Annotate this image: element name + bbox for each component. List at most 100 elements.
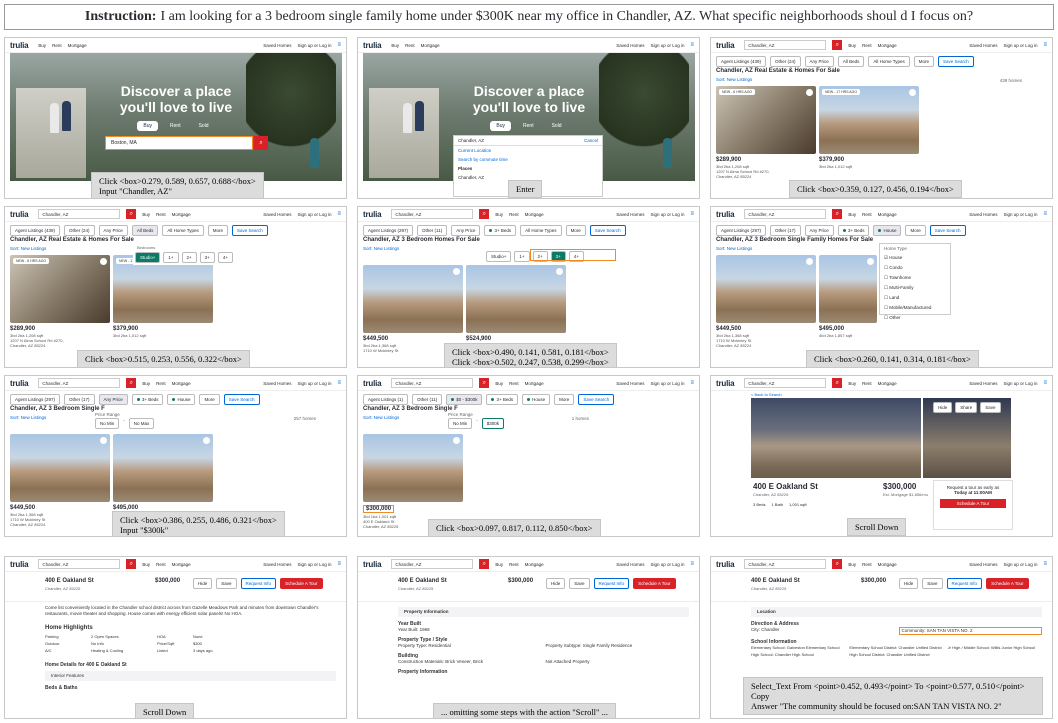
home-type-filter[interactable]: All Home Types	[868, 56, 910, 67]
listing-price[interactable]: $300,000	[363, 505, 395, 513]
schedule-tour-button[interactable]: Schedule A Tour	[280, 578, 323, 589]
nav-mortgage[interactable]: Mortgage	[421, 43, 440, 48]
nav-mortgage[interactable]: Mortgage	[172, 381, 191, 386]
listing-card[interactable]: NEW - 17 HRS AGO	[113, 255, 213, 323]
beds-filter[interactable]: 3+ Beds	[837, 225, 870, 236]
listing-card[interactable]	[10, 434, 110, 502]
trulia-logo[interactable]: trulia	[363, 560, 382, 569]
nav-mortgage[interactable]: Mortgage	[878, 212, 897, 217]
nav-signup[interactable]: Sign up or Log in	[1003, 43, 1037, 48]
listing-card[interactable]: NEW - 6 HRS AGO	[10, 255, 110, 323]
agent-listings-tab[interactable]: Agent Listings (297)	[10, 394, 61, 405]
trulia-logo[interactable]: trulia	[716, 379, 735, 388]
nav-buy[interactable]: Buy	[848, 562, 856, 567]
menu-icon[interactable]: ≡	[690, 42, 694, 48]
home-type-filter[interactable]: All Home Types	[520, 225, 562, 236]
home-type-filter[interactable]: All Home Types	[162, 225, 204, 236]
nav-signup[interactable]: Sign up or Log in	[650, 43, 684, 48]
other-listings-tab[interactable]: Other (11)	[412, 394, 443, 405]
menu-icon[interactable]: ≡	[1043, 561, 1047, 567]
listing-card[interactable]	[113, 434, 213, 502]
max-price-select[interactable]: $300k	[481, 418, 505, 429]
search-icon[interactable]: ⌕	[832, 209, 843, 219]
location-input[interactable]: Chandler, AZ	[744, 378, 827, 388]
other-listings-tab[interactable]: Other (17)	[770, 225, 801, 236]
home-type-option[interactable]: ☐ Condo	[880, 263, 950, 273]
bed-3-option[interactable]: 3+	[199, 252, 215, 263]
nav-mortgage[interactable]: Mortgage	[172, 212, 191, 217]
back-to-search-link[interactable]: < Back to Search	[751, 392, 782, 397]
sort-dropdown[interactable]: Sort: New Listings	[363, 246, 399, 251]
search-icon[interactable]: ⌕	[832, 559, 843, 569]
location-input[interactable]: Chandler, AZ	[38, 559, 121, 569]
agent-listings-tab[interactable]: Agent Listings (297)	[363, 225, 414, 236]
nav-buy[interactable]: Buy	[848, 381, 856, 386]
home-type-filter[interactable]: House	[873, 225, 902, 236]
tab-rent[interactable]: Rent	[164, 121, 187, 131]
schedule-tour-button[interactable]: Schedule A Tour	[986, 578, 1029, 589]
listing-card[interactable]	[363, 265, 463, 333]
bed-1-option[interactable]: 1+	[514, 251, 530, 262]
nav-mortgage[interactable]: Mortgage	[878, 562, 897, 567]
bed-studio-option[interactable]: Studio+	[135, 252, 161, 263]
save-button[interactable]: Save	[569, 578, 590, 589]
nav-saved-homes[interactable]: Saved Homes	[263, 43, 291, 48]
tab-sold[interactable]: Sold	[546, 121, 568, 131]
nav-saved-homes[interactable]: Saved Homes	[263, 212, 291, 217]
heart-icon[interactable]	[867, 258, 874, 265]
trulia-logo[interactable]: trulia	[10, 210, 29, 219]
nav-rent[interactable]: Rent	[156, 212, 166, 217]
menu-icon[interactable]: ≡	[690, 380, 694, 386]
save-search-button[interactable]: Save Search	[929, 225, 966, 236]
nav-buy[interactable]: Buy	[38, 43, 46, 48]
heart-icon[interactable]	[556, 268, 563, 275]
price-filter[interactable]: Any Price	[98, 225, 128, 236]
tab-sold[interactable]: Sold	[193, 121, 215, 131]
nav-rent[interactable]: Rent	[862, 381, 872, 386]
location-input[interactable]: Chandler, AZ	[744, 40, 827, 50]
menu-icon[interactable]: ≡	[337, 561, 341, 567]
beds-filter[interactable]: All Beds	[837, 56, 865, 67]
search-icon[interactable]: ⌕	[126, 209, 137, 219]
nav-rent[interactable]: Rent	[52, 43, 62, 48]
other-listings-tab[interactable]: Other (24)	[770, 56, 801, 67]
listing-card[interactable]: NEW - 17 HRS AGO	[819, 86, 919, 154]
nav-signup[interactable]: Sign up or Log in	[297, 562, 331, 567]
more-filter[interactable]: More	[199, 394, 220, 405]
save-button[interactable]: Save	[922, 578, 943, 589]
save-search-button[interactable]: Save Search	[938, 56, 974, 67]
beds-filter[interactable]: 3+ Beds	[484, 225, 517, 236]
other-listings-tab[interactable]: Other (11)	[417, 225, 448, 236]
sort-dropdown[interactable]: Sort: New Listings	[716, 246, 752, 251]
menu-icon[interactable]: ≡	[1043, 380, 1047, 386]
location-input[interactable]: Chandler, AZ	[391, 378, 474, 388]
location-input[interactable]: Chandler, AZ	[391, 559, 474, 569]
nav-saved-homes[interactable]: Saved Homes	[616, 381, 644, 386]
save-search-button[interactable]: Save Search	[223, 394, 260, 405]
nav-saved-homes[interactable]: Saved Homes	[616, 212, 644, 217]
home-type-option[interactable]: ☐ Other	[880, 313, 950, 323]
location-input[interactable]: Chandler, AZ	[744, 559, 827, 569]
search-icon[interactable]: ⌕	[832, 40, 843, 50]
save-search-button[interactable]: Save Search	[578, 394, 615, 405]
nav-mortgage[interactable]: Mortgage	[68, 43, 87, 48]
nav-signup[interactable]: Sign up or Log in	[297, 381, 331, 386]
price-filter[interactable]: Any Price	[98, 394, 128, 405]
nav-rent[interactable]: Rent	[862, 562, 872, 567]
nav-buy[interactable]: Buy	[391, 43, 399, 48]
nav-rent[interactable]: Rent	[156, 562, 166, 567]
tab-rent[interactable]: Rent	[517, 121, 540, 131]
share-button[interactable]: Share	[955, 402, 978, 413]
nav-saved-homes[interactable]: Saved Homes	[969, 43, 997, 48]
other-listings-tab[interactable]: Other (17)	[64, 394, 95, 405]
nav-buy[interactable]: Buy	[495, 381, 503, 386]
nav-rent[interactable]: Rent	[509, 212, 519, 217]
nav-mortgage[interactable]: Mortgage	[525, 562, 544, 567]
nav-signup[interactable]: Sign up or Log in	[297, 212, 331, 217]
nav-buy[interactable]: Buy	[142, 381, 150, 386]
search-icon[interactable]: ⌕	[126, 559, 137, 569]
nav-buy[interactable]: Buy	[495, 212, 503, 217]
save-button[interactable]: Save	[980, 402, 1001, 413]
agent-listings-tab[interactable]: Agent Listings (439)	[716, 56, 767, 67]
other-listings-tab[interactable]: Other (24)	[64, 225, 95, 236]
